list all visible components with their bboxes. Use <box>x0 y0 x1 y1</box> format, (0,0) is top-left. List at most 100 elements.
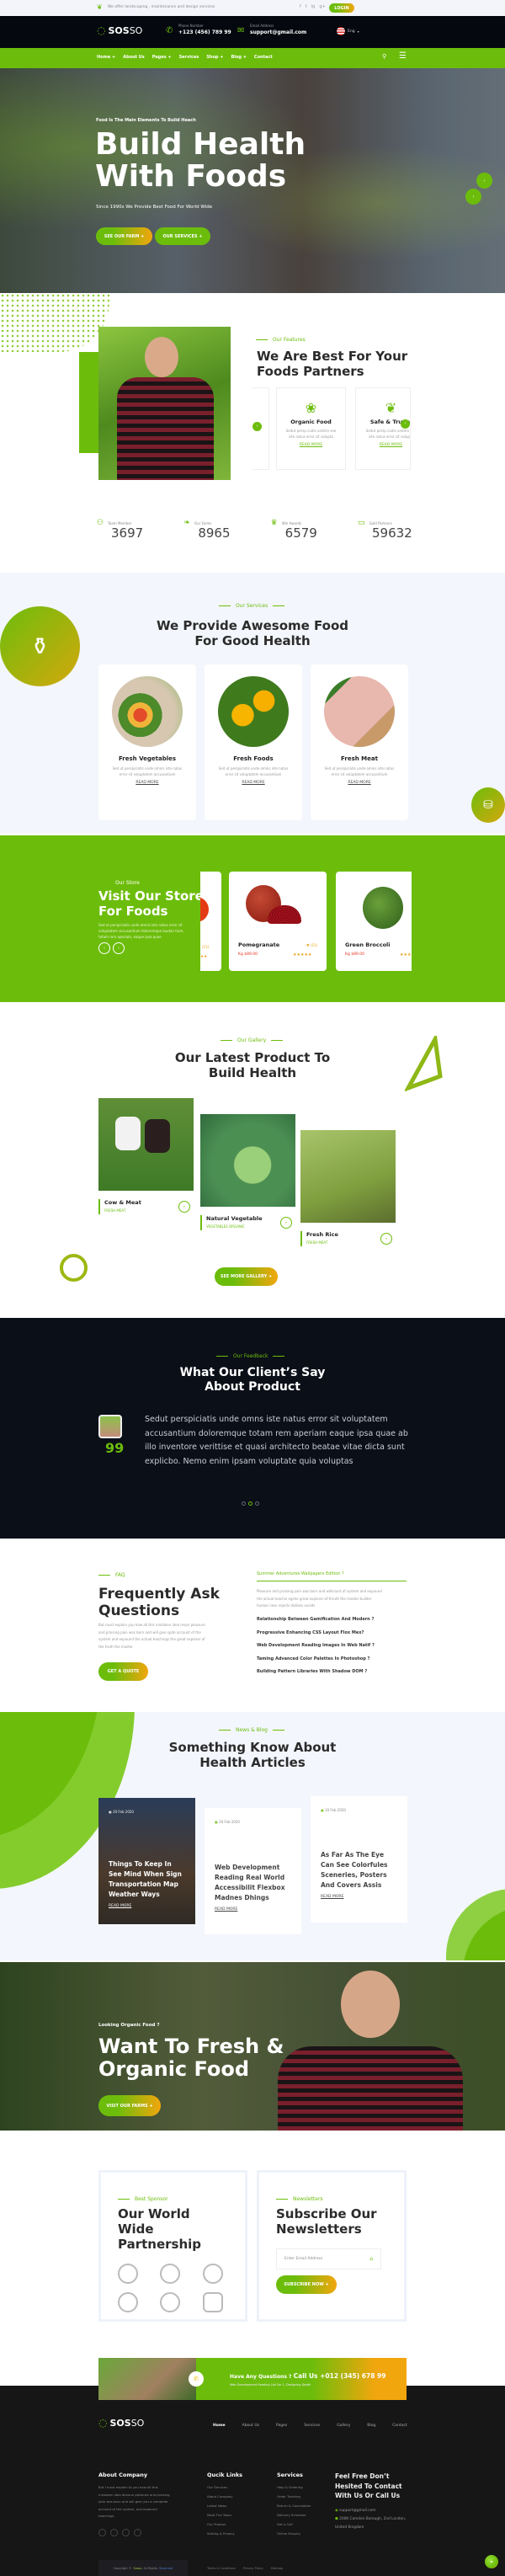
google-plus-icon[interactable]: g+ <box>319 4 325 9</box>
our-services-button[interactable]: OUR SERVICES + <box>155 227 210 245</box>
footer-link[interactable]: Order Tracking <box>277 2494 311 2499</box>
blog-card-featured[interactable]: ▣ 20 Feb 2020 Things To Keep In See Mind… <box>98 1798 195 1924</box>
read-more-link[interactable]: READ MORE <box>205 781 302 785</box>
read-more-link[interactable]: READ MORE <box>98 781 196 785</box>
blog-card[interactable]: ▣ 20 Feb 2020 As Far As The Eye Can See … <box>311 1796 407 1923</box>
product-name: Green Broccoli <box>345 941 391 948</box>
footer-nav-blog[interactable]: Blog <box>367 2424 375 2428</box>
visit-our-farms-button[interactable]: VISIT OUR FARMS + <box>98 2095 161 2116</box>
footer-link[interactable]: Our Product <box>207 2522 242 2526</box>
login-button[interactable]: LOGIN <box>329 3 354 13</box>
nav-contact[interactable]: Contact <box>254 55 273 60</box>
post-title[interactable]: Things To Keep In See Mind When Sign Tra… <box>109 1859 185 1900</box>
gallery-item-link-button[interactable]: » <box>178 1201 190 1213</box>
get-a-quote-button[interactable]: GET A QUOTE <box>98 1662 148 1681</box>
phone-number[interactable]: +123 (456) 789 99 <box>178 29 231 35</box>
carousel-dot-active[interactable] <box>248 1501 252 1506</box>
gallery-image-cabbage[interactable] <box>200 1114 295 1207</box>
privacy-link[interactable]: Privacy Policy <box>243 2567 263 2570</box>
read-more-link[interactable]: READ MORE <box>356 443 410 447</box>
faq-question-open[interactable]: Summer Adventures Wallpapers Edition ? <box>257 1571 407 1581</box>
slider-prev-button[interactable]: ‹ <box>465 189 481 205</box>
partner-badge-icon[interactable] <box>160 2292 181 2312</box>
facebook-icon[interactable]: f <box>300 4 301 9</box>
twitter-icon[interactable] <box>110 2528 118 2536</box>
footer-nav-pages[interactable]: Pages <box>276 2424 287 2428</box>
partner-badge-icon[interactable] <box>202 2264 223 2284</box>
language-selector[interactable]: Eng ▾ <box>337 27 359 35</box>
nav-services[interactable]: Services <box>179 55 199 60</box>
footer-nav-home[interactable]: Home <box>213 2424 226 2428</box>
faq-question[interactable]: Taming Advanced Color Palettes In Photos… <box>257 1656 375 1661</box>
footer-link[interactable]: Delivery Schedule <box>277 2513 311 2517</box>
store-prev-button[interactable]: ‹ <box>98 942 110 954</box>
read-more-link[interactable]: READ MORE <box>109 1904 185 1908</box>
logo[interactable]: ◌ SOS SO <box>97 24 142 36</box>
product-card[interactable]: Pomegranate ♥ (15) Kg $89.00 ★★★★★ <box>229 872 327 971</box>
carousel-dot[interactable] <box>242 1501 246 1506</box>
gallery-image-cows[interactable] <box>98 1098 194 1191</box>
nav-shop[interactable]: Shop + <box>206 55 223 60</box>
nav-blog[interactable]: Blog + <box>231 55 246 60</box>
read-more-link[interactable]: READ MORE <box>277 443 345 447</box>
sitemap-link[interactable]: Sitemap <box>271 2567 284 2570</box>
read-more-link[interactable]: READ MORE <box>215 1907 291 1912</box>
footer-link[interactable]: Meet The Team <box>207 2513 242 2517</box>
footer-link[interactable]: About Company <box>207 2494 242 2499</box>
footer-link[interactable]: Help & Ordering <box>277 2485 311 2489</box>
footer-nav-services[interactable]: Services <box>304 2424 320 2428</box>
footer-nav-gallery[interactable]: Gallery <box>337 2424 350 2428</box>
footer-link[interactable]: Return & Cancelation <box>277 2504 311 2508</box>
footer-link[interactable]: Our Services <box>207 2485 242 2489</box>
partner-badge-icon[interactable] <box>118 2264 138 2284</box>
partner-badge-icon[interactable] <box>160 2264 181 2284</box>
partner-badge-icon[interactable] <box>202 2292 223 2312</box>
faq-question[interactable]: Web Development Reading Images In Web Na… <box>257 1643 375 1648</box>
read-more-link[interactable]: READ MORE <box>321 1895 397 1899</box>
product-card[interactable]: Green Broccoli Kg $89.00 ★★★ <box>336 872 412 971</box>
email-input[interactable]: Enter Email Address ⌂ <box>276 2248 381 2269</box>
footer-logo[interactable]: ◌ SOS SO <box>98 2417 144 2429</box>
call-number[interactable]: Call Us +012 (345) 678 99 <box>294 2372 386 2380</box>
see-more-gallery-button[interactable]: SEE MORE GALLERY + <box>215 1267 278 1286</box>
footer-link[interactable]: Latest News <box>207 2504 242 2508</box>
twitter-icon[interactable]: t <box>306 4 307 9</box>
footer-link[interactable]: Setting & Privacy <box>207 2531 242 2536</box>
instagram-icon[interactable]: ig <box>311 4 316 9</box>
features-next-button[interactable]: › <box>401 419 410 429</box>
terms-link[interactable]: Terms & Conditions <box>207 2567 236 2570</box>
hamburger-menu-icon[interactable]: ☰ <box>399 51 407 61</box>
slider-next-button[interactable]: › <box>476 173 492 189</box>
gallery-item-link-button[interactable]: » <box>280 1217 292 1229</box>
subscribe-button[interactable]: SUBSCRIBE NOW + <box>276 2275 337 2294</box>
nav-pages[interactable]: Pages + <box>152 55 172 60</box>
gallery-item-link-button[interactable]: » <box>380 1233 392 1245</box>
read-more-link[interactable]: READ MORE <box>311 781 408 785</box>
faq-question[interactable]: Building Pattern Libraries With Shadow D… <box>257 1669 375 1674</box>
blog-card[interactable]: ▣ 20 Feb 2020 Web Development Reading Re… <box>205 1808 301 1934</box>
heart-icon[interactable]: ♥ (15) <box>306 943 317 947</box>
nav-home[interactable]: Home + <box>97 55 115 60</box>
faq-question[interactable]: Progressive Enhancing CSS Layout Flox Me… <box>257 1630 375 1635</box>
see-our-farm-button[interactable]: SEE OUR FARM + <box>96 227 152 245</box>
facebook-icon[interactable] <box>98 2528 106 2536</box>
footer-nav-about[interactable]: About Us <box>242 2424 259 2428</box>
scroll-to-top-button[interactable]: ▴ <box>485 2555 498 2568</box>
instagram-icon[interactable] <box>122 2528 130 2536</box>
gallery-image-rice[interactable] <box>300 1130 396 1223</box>
search-icon[interactable]: ⚲ <box>382 53 386 60</box>
faq-question[interactable]: Relationship Between Gamification And Mo… <box>257 1617 375 1622</box>
store-next-button[interactable]: › <box>113 942 125 954</box>
partner-badge-icon[interactable] <box>118 2292 138 2312</box>
footer-nav-contact[interactable]: Contact <box>392 2424 407 2428</box>
post-title[interactable]: Web Development Reading Real World Acces… <box>215 1863 291 1903</box>
carousel-dot[interactable] <box>255 1501 259 1506</box>
post-title[interactable]: As Far As The Eye Can See Colorfules Sce… <box>321 1850 397 1891</box>
email-address[interactable]: support@gmail.com <box>250 29 306 35</box>
google-plus-icon[interactable] <box>134 2528 141 2536</box>
features-prev-button[interactable]: ‹ <box>252 422 262 431</box>
footer-email[interactable]: ◉ support@gmail.com <box>335 2509 411 2513</box>
footer-link[interactable]: Get a Call <box>277 2522 311 2526</box>
footer-link[interactable]: Online Enquiry <box>277 2531 311 2536</box>
nav-about[interactable]: About Us <box>123 55 145 60</box>
